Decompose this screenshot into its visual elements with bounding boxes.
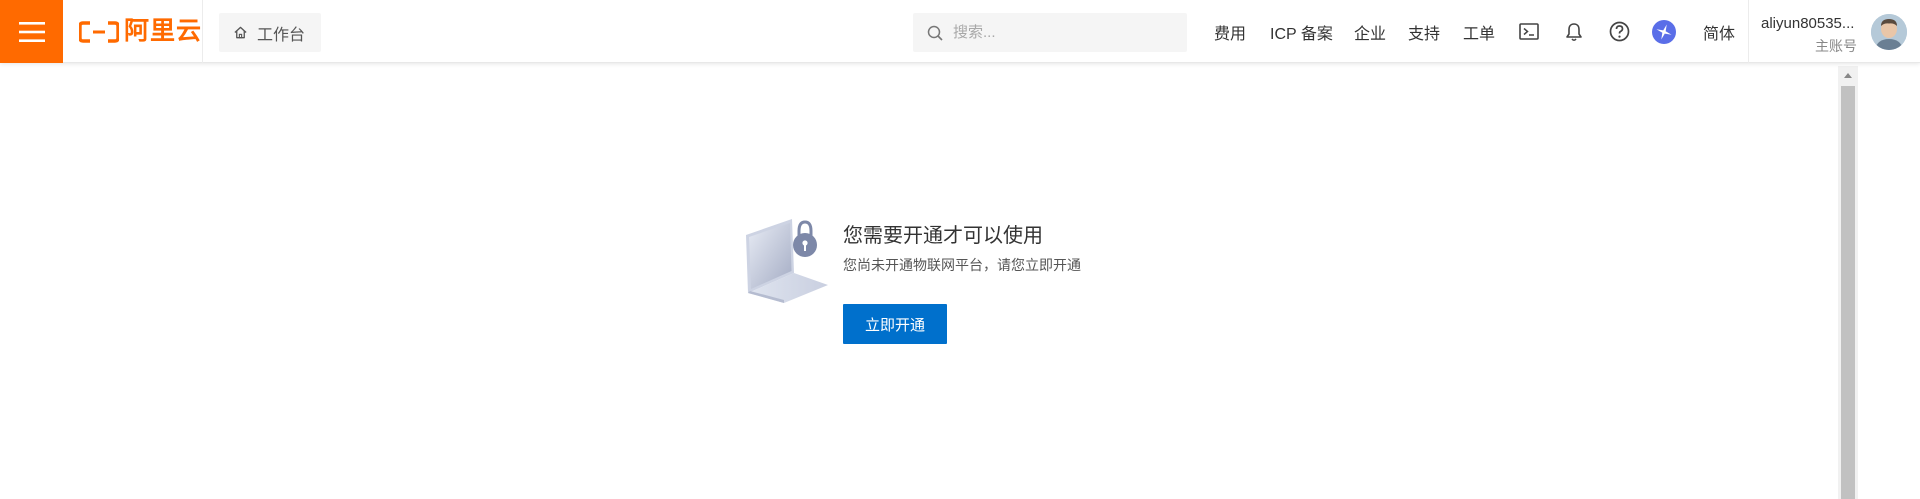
logo[interactable]: 阿里云 — [63, 0, 203, 63]
nav-tickets[interactable]: 工单 — [1463, 0, 1495, 63]
terminal-button[interactable] — [1517, 0, 1541, 63]
nav-fees[interactable]: 费用 — [1214, 0, 1246, 63]
logo-text: 阿里云 — [124, 17, 203, 45]
scroll-up-button[interactable] — [1838, 66, 1858, 84]
avatar[interactable] — [1871, 14, 1907, 50]
menu-icon — [18, 21, 45, 42]
app-switch-button[interactable] — [1652, 0, 1676, 63]
laptop-lock-icon — [746, 219, 828, 303]
user-name: aliyun80535... — [1761, 15, 1855, 32]
user-avatar-icon — [1871, 14, 1907, 50]
terminal-icon — [1519, 23, 1539, 40]
vertical-scrollbar[interactable] — [1838, 66, 1858, 499]
search-input[interactable] — [953, 24, 1173, 41]
bell-icon — [1566, 22, 1582, 41]
nav-enterprise[interactable]: 企业 — [1354, 0, 1386, 63]
aliyun-logo-icon — [79, 20, 119, 43]
notifications-button[interactable] — [1562, 0, 1586, 63]
activate-now-button[interactable]: 立即开通 — [843, 304, 947, 344]
scroll-thumb[interactable] — [1841, 86, 1855, 499]
user-role: 主账号 — [1815, 38, 1857, 54]
language-switch[interactable]: 简体 — [1703, 0, 1735, 63]
empty-state-title: 您需要开通才可以使用 — [843, 225, 1043, 247]
chevron-up-icon — [1844, 72, 1852, 78]
menu-button[interactable] — [0, 0, 63, 63]
search-box[interactable] — [913, 13, 1187, 52]
app-switch-icon — [1652, 19, 1676, 44]
activation-empty-state: 您需要开通才可以使用 您尚未开通物联网平台，请您立即开通 立即开通 — [740, 215, 1160, 355]
nav-support[interactable]: 支持 — [1408, 0, 1440, 63]
help-icon — [1609, 21, 1629, 42]
search-icon — [927, 25, 943, 41]
nav-icp-filing[interactable]: ICP 备案 — [1270, 0, 1333, 63]
user-menu[interactable]: aliyun80535... 主账号 — [1748, 0, 1920, 63]
workbench-button[interactable]: 工作台 — [219, 13, 322, 52]
top-bar: 阿里云 工作台 费用 ICP 备案 企业 支持 工单 — [0, 0, 1920, 63]
home-icon — [234, 26, 247, 39]
help-button[interactable] — [1607, 0, 1631, 63]
workbench-label: 工作台 — [257, 26, 306, 44]
empty-state-description: 您尚未开通物联网平台，请您立即开通 — [843, 257, 1081, 273]
